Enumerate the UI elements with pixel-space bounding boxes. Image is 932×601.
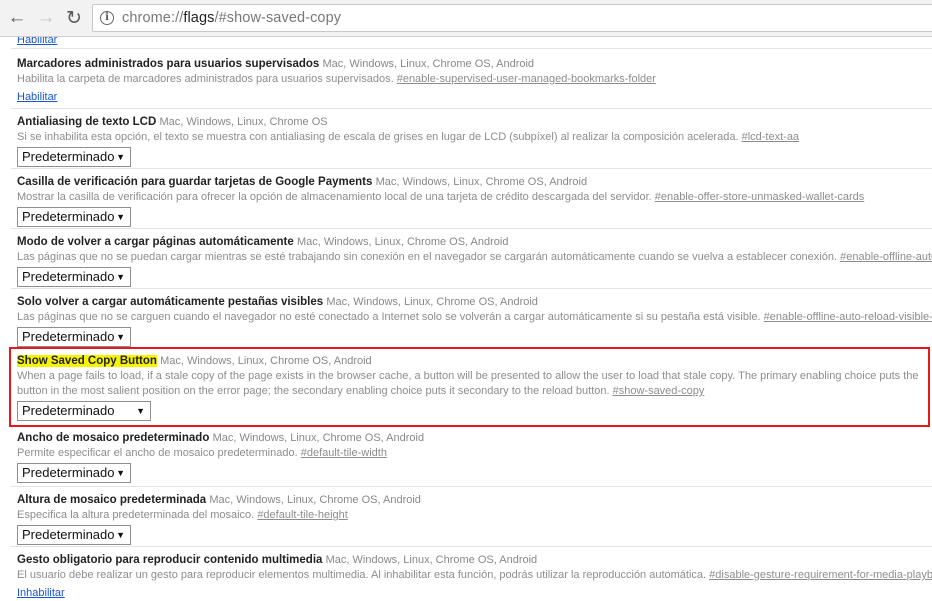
experiment-offline-auto-reload: Modo de volver a cargar páginas automáti… [11,229,932,289]
browser-toolbar: ← → ↻ i chrome://flags/#show-saved-copy [0,0,932,37]
experiment-permalink[interactable]: #lcd-text-aa [742,131,799,143]
experiment-platforms: Mac, Windows, Linux, Chrome OS, Android [325,554,538,566]
experiment-platforms: Mac, Windows, Linux, Chrome OS, Android [212,432,425,444]
select-value: Predeterminado [22,329,115,344]
experiment-description: Las páginas que no se carguen cuando el … [17,311,761,323]
enable-link[interactable]: Habilitar [17,91,57,104]
enable-link[interactable]: Habilitar [17,37,57,47]
arrow-left-icon[interactable]: ← [5,6,29,30]
url-host: flags [183,10,215,26]
experiment-show-saved-copy: Show Saved Copy Button Mac, Windows, Lin… [9,347,930,427]
experiment-select[interactable]: Predeterminado ▼ [17,207,131,227]
dropdown-arrow-icon: ▼ [116,272,125,282]
address-bar[interactable]: i chrome://flags/#show-saved-copy [92,4,932,32]
experiment-description: Las páginas que no se puedan cargar mien… [17,251,838,263]
info-icon[interactable]: i [100,11,114,25]
experiment-title: Altura de mosaico predeterminada [17,494,207,506]
experiment-lcd-text-aa: Antialiasing de texto LCD Mac, Windows, … [11,109,932,169]
select-value: Predeterminado [22,149,115,164]
experiment-description: Permite especificar el ancho de mosaico … [17,447,298,459]
experiment-default-tile-height: Altura de mosaico predeterminada Mac, Wi… [11,487,932,547]
experiment-description: Habilita la carpeta de marcadores admini… [17,73,394,85]
select-value: Predeterminado [22,209,115,224]
experiment-permalink[interactable]: #default-tile-width [301,447,387,459]
experiment-permalink[interactable]: #default-tile-height [257,509,348,521]
experiment-select[interactable]: Predeterminado ▼ [17,327,131,347]
url-path: /#show-saved-copy [214,10,342,26]
experiment-offer-store-cards: Casilla de verificación para guardar tar… [11,169,932,229]
experiment-platforms: Mac, Windows, Linux, Chrome OS, Android [296,236,509,248]
experiment-platforms: Mac, Windows, Linux, Chrome OS, Android [322,58,535,70]
dropdown-arrow-icon: ▼ [136,406,145,416]
experiment-offline-auto-reload-visible: Solo volver a cargar automáticamente pes… [11,289,932,347]
experiment-description: When a page fails to load, if a stale co… [17,370,919,397]
experiment-platforms: Mac, Windows, Linux, Chrome OS, Android [209,494,421,506]
select-value: Predeterminado [22,269,115,284]
experiment-permalink[interactable]: #enable-offer-store-unmasked-wallet-card… [655,191,865,203]
flags-page: Habilitar Marcadores administrados para … [0,37,932,601]
experiment-title: Antialiasing de texto LCD [17,116,157,128]
experiment-title: Modo de volver a cargar páginas automáti… [17,236,294,248]
disable-link[interactable]: Inhabilitar [17,587,65,600]
experiment-title: Solo volver a cargar automáticamente pes… [17,296,324,308]
experiment-title: Ancho de mosaico predeterminado [17,432,210,444]
dropdown-arrow-icon: ▼ [116,332,125,342]
experiment-select[interactable]: Predeterminado ▼ [17,147,131,167]
experiment-description: Mostrar la casilla de verificación para … [17,191,652,203]
dropdown-arrow-icon: ▼ [116,152,125,162]
url-scheme: chrome:// [122,10,184,26]
experiment-permalink[interactable]: #enable-supervised-user-managed-bookmark… [397,73,656,85]
experiment-permalink[interactable]: #show-saved-copy [613,385,705,397]
experiment-select[interactable]: Predeterminado ▼ [17,401,151,421]
dropdown-arrow-icon: ▼ [116,530,125,540]
experiment-platforms: Mac, Windows, Linux, Chrome OS, Android [375,176,588,188]
experiment-supervised-bookmarks: Marcadores administrados para usuarios s… [11,49,932,109]
experiment-platforms: Mac, Windows, Linux, Chrome OS, Android [326,296,538,308]
experiment-default-tile-width: Ancho de mosaico predeterminado Mac, Win… [11,427,932,487]
dropdown-arrow-icon: ▼ [116,468,125,478]
experiment-title: Show Saved Copy Button [17,355,157,367]
experiment-description: Si se inhabilita esta opción, el texto s… [17,131,739,143]
experiment-title: Marcadores administrados para usuarios s… [17,58,320,70]
experiment-permalink[interactable]: #enable-offline-auto-reload [840,251,932,263]
experiment-select[interactable]: Predeterminado ▼ [17,525,131,545]
experiment-platforms: Mac, Windows, Linux, Chrome OS, Android [160,355,372,367]
experiment-title: Gesto obligatorio para reproducir conten… [17,554,323,566]
experiment-title: Casilla de verificación para guardar tar… [17,176,373,188]
experiment-permalink[interactable]: #enable-offline-auto-reload-visible-only [764,311,932,323]
experiment-gesture-requirement-media: Gesto obligatorio para reproducir conten… [11,547,932,601]
dropdown-arrow-icon: ▼ [116,212,125,222]
select-value: Predeterminado [22,403,115,418]
experiment-select[interactable]: Predeterminado ▼ [17,463,131,483]
arrow-right-icon[interactable]: → [34,6,58,30]
experiment-select[interactable]: Predeterminado ▼ [17,267,131,287]
url-text[interactable]: chrome://flags/#show-saved-copy [122,10,341,26]
experiment-description: El usuario debe realizar un gesto para r… [17,569,707,581]
select-value: Predeterminado [22,527,115,542]
select-value: Predeterminado [22,465,115,480]
experiment-description: Especifica la altura predeterminada del … [17,509,255,521]
experiment-platforms: Mac, Windows, Linux, Chrome OS [159,116,328,128]
reload-icon[interactable]: ↻ [62,6,86,30]
experiment-permalink[interactable]: #disable-gesture-requirement-for-media-p… [709,569,932,581]
